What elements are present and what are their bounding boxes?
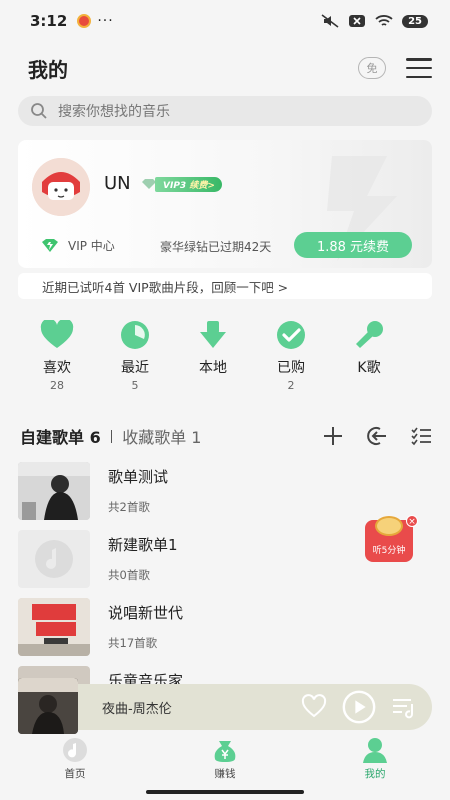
quick-item-purchased[interactable]: 已购 2 — [252, 320, 330, 400]
quick-label: 最近 — [121, 360, 149, 376]
tab-label: 赚钱 — [214, 768, 236, 780]
person-icon — [363, 738, 387, 763]
renew-button[interactable]: 1.88 元续费 — [294, 232, 412, 258]
recent-vip-tip[interactable]: 近期已试听4首 VIP歌曲片段，回顾一下吧 > — [18, 273, 432, 299]
now-playing-cover[interactable] — [18, 678, 78, 734]
tab-earn[interactable]: 赚钱 — [150, 734, 300, 784]
quick-item-recent[interactable]: 最近 5 — [96, 320, 174, 400]
vip-expired-text: 豪华绿钻已过期42天 — [160, 240, 272, 254]
music-note-icon — [35, 540, 73, 578]
wifi-icon — [375, 15, 393, 26]
home-disc-icon — [63, 738, 87, 762]
playlist-cover — [18, 462, 90, 520]
vip-card[interactable]: UN VIP3 续费> VIP 中心 豪华绿钻已过期42天 1.88 元续费 — [18, 140, 432, 268]
tab-own-playlists[interactable]: 自建歌单 6 — [20, 424, 101, 448]
playlist-name: 新建歌单1 — [108, 536, 178, 554]
quick-actions: 喜欢 28 最近 5 本地 已购 2 K歌 — [18, 320, 432, 400]
manage-list-icon[interactable] — [410, 425, 432, 447]
import-playlist-icon[interactable] — [366, 425, 388, 447]
playlist-count: 共17首歌 — [108, 636, 158, 650]
tab-fav-playlists[interactable]: 收藏歌单 1 — [122, 424, 201, 448]
more-notifications-icon: ··· — [97, 13, 114, 29]
now-playing-title: 夜曲-周杰伦 — [102, 701, 172, 717]
heart-outline-icon[interactable] — [300, 693, 328, 721]
search-placeholder: 搜索你想找的音乐 — [58, 104, 170, 120]
quick-label: 本地 — [199, 360, 227, 376]
close-icon[interactable]: × — [406, 515, 418, 527]
menu-icon[interactable] — [406, 58, 432, 78]
vip-level-badge[interactable]: VIP3 续费> — [140, 176, 222, 192]
check-icon — [277, 321, 305, 349]
free-mode-button[interactable]: 免 — [358, 57, 386, 79]
bottom-tab-bar: 首页 赚钱 我的 — [0, 734, 450, 784]
add-playlist-icon[interactable] — [322, 425, 344, 447]
playlist-tabs: 自建歌单 6 收藏歌单 1 — [20, 422, 432, 450]
playlist-name: 说唱新世代 — [108, 604, 184, 622]
clock-icon — [121, 321, 149, 349]
playlist-row[interactable]: 说唱新世代 共17首歌 — [18, 598, 432, 666]
tab-label: 我的 — [364, 768, 386, 780]
play-icon[interactable] — [342, 690, 376, 724]
tab-mine[interactable]: 我的 — [300, 734, 450, 784]
playlist-count: 共0首歌 — [108, 568, 150, 582]
search-icon — [31, 103, 47, 119]
battery-indicator: 25 — [402, 14, 428, 28]
quick-label: 喜欢 — [43, 360, 71, 376]
tab-divider — [110, 429, 113, 443]
search-input[interactable]: 搜索你想找的音乐 — [18, 96, 432, 126]
heart-icon — [40, 320, 74, 348]
vip-center-link[interactable]: VIP 中心 — [38, 237, 115, 254]
mini-player[interactable]: 夜曲-周杰伦 — [18, 678, 432, 734]
playlist-cover — [18, 598, 90, 656]
vip-level-label: VIP3 — [163, 180, 187, 191]
quick-label: 已购 — [277, 360, 305, 376]
tab-label: 首页 — [64, 768, 86, 780]
status-time: 3:12 — [30, 12, 68, 30]
playlist-name: 歌单测试 — [108, 468, 169, 486]
money-bag-icon — [214, 741, 236, 762]
vip-center-label: VIP 中心 — [68, 239, 115, 253]
vip-renew-label: 续费> — [189, 180, 215, 191]
quick-count: 5 — [131, 379, 139, 392]
quick-count: 2 — [287, 379, 295, 392]
playlist-queue-icon[interactable] — [390, 693, 418, 721]
home-indicator[interactable] — [146, 790, 304, 794]
playlist-count: 共2首歌 — [108, 500, 150, 514]
page-title: 我的 — [28, 57, 68, 82]
download-icon — [200, 321, 226, 348]
mute-icon — [321, 14, 339, 28]
app-notification-icon — [77, 14, 92, 28]
listen-reward-float[interactable]: 听5分钟 × — [365, 515, 418, 562]
coin-icon — [375, 516, 403, 536]
playlist-cover-placeholder — [18, 530, 90, 588]
microphone-icon — [356, 321, 383, 348]
quick-item-liked[interactable]: 喜欢 28 — [18, 320, 96, 400]
status-bar: 3:12 ··· 25 — [0, 0, 450, 42]
close-box-icon — [349, 15, 366, 27]
green-diamond-icon — [42, 238, 58, 252]
page-header: 我的 免 — [0, 48, 450, 88]
tab-home[interactable]: 首页 — [0, 734, 150, 784]
username: UN — [104, 173, 131, 194]
quick-item-karaoke[interactable]: K歌 — [330, 320, 408, 400]
reward-label: 听5分钟 — [372, 546, 406, 556]
quick-item-local[interactable]: 本地 — [174, 320, 252, 400]
avatar[interactable] — [32, 158, 90, 216]
quick-count: 28 — [50, 379, 64, 392]
quick-label: K歌 — [357, 360, 381, 376]
